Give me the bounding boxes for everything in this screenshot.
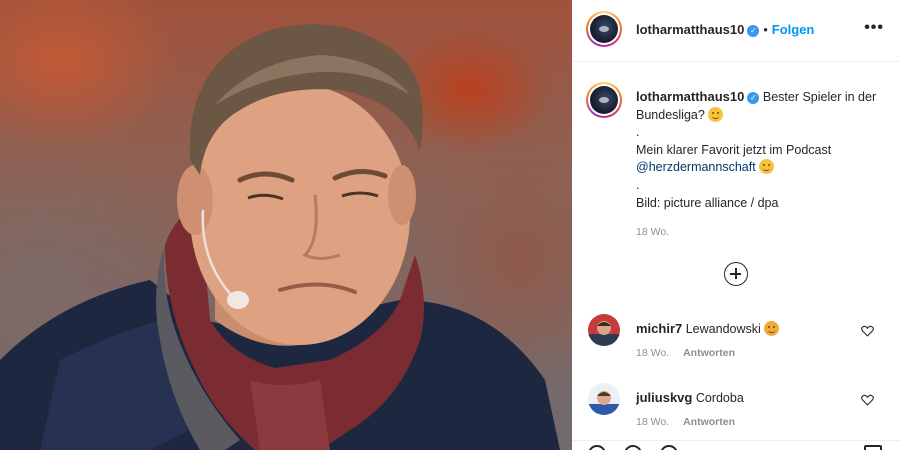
comment-avatar[interactable]: [588, 383, 620, 415]
comment-username[interactable]: juliuskvg: [636, 390, 692, 405]
header-author-line: lotharmatthaus10 ✓ • Folgen: [636, 22, 814, 37]
comment-meta: 18 Wo. Antworten: [636, 416, 749, 428]
share-icon[interactable]: [660, 445, 678, 450]
author-username[interactable]: lotharmatthaus10: [636, 22, 744, 37]
caption-timestamp: 18 Wo.: [636, 226, 670, 239]
caption-text: lotharmatthaus10 ✓ Bester Spieler in der …: [636, 88, 886, 242]
comment-text: Lewandowski: [685, 322, 761, 336]
verified-badge-icon: ✓: [747, 91, 760, 104]
thinking-emoji-icon: [708, 106, 724, 122]
hugging-emoji-icon: [759, 159, 775, 175]
comment-item: juliuskvg Cordoba 18 Wo. Antworten: [572, 383, 900, 445]
caption-dot: .: [636, 177, 640, 192]
comment-avatar[interactable]: [588, 314, 620, 346]
load-more-comments-icon[interactable]: [724, 262, 748, 286]
caption-dot: .: [636, 125, 640, 140]
reply-button[interactable]: Antworten: [683, 416, 735, 428]
save-icon[interactable]: [864, 445, 882, 450]
author-avatar[interactable]: [586, 11, 622, 47]
caption-username[interactable]: lotharmatthaus10: [636, 89, 744, 104]
comment-text: Cordoba: [695, 391, 744, 405]
comment-body: juliuskvg Cordoba: [636, 390, 744, 405]
comment-timestamp: 18 Wo.: [636, 416, 670, 428]
reply-button[interactable]: Antworten: [683, 347, 735, 359]
caption-line3: Bild: picture alliance / dpa: [636, 195, 779, 210]
caption-line2: Mein klarer Favorit jetzt im Podcast: [636, 142, 832, 157]
screaming-emoji-icon: [764, 321, 780, 336]
post-action-bar: [572, 440, 900, 450]
more-options-icon[interactable]: •••: [864, 19, 884, 37]
comment-username[interactable]: michir7: [636, 321, 682, 336]
like-icon[interactable]: [588, 445, 606, 450]
comment-item: michir7 Lewandowski 18 Wo. Antworten: [572, 314, 900, 376]
follow-button[interactable]: Folgen: [772, 22, 815, 37]
comment-meta: 18 Wo. Antworten: [636, 347, 749, 359]
comment-icon[interactable]: [624, 445, 642, 450]
follow-separator: •: [763, 23, 768, 37]
like-heart-icon[interactable]: [861, 394, 874, 406]
like-heart-icon[interactable]: [861, 325, 874, 337]
post-header: lotharmatthaus10 ✓ • Folgen •••: [572, 0, 900, 62]
comment-body: michir7 Lewandowski: [636, 321, 780, 336]
mention-link[interactable]: @herzdermannschaft: [636, 160, 756, 174]
post-photo[interactable]: [0, 0, 572, 450]
caption-avatar[interactable]: [586, 82, 622, 118]
photo-illustration: [0, 24, 560, 450]
post-sidebar: lotharmatthaus10 ✓ • Folgen ••• lotharmatth…: [572, 0, 900, 450]
comment-timestamp: 18 Wo.: [636, 347, 670, 359]
verified-badge-icon: ✓: [747, 24, 760, 37]
